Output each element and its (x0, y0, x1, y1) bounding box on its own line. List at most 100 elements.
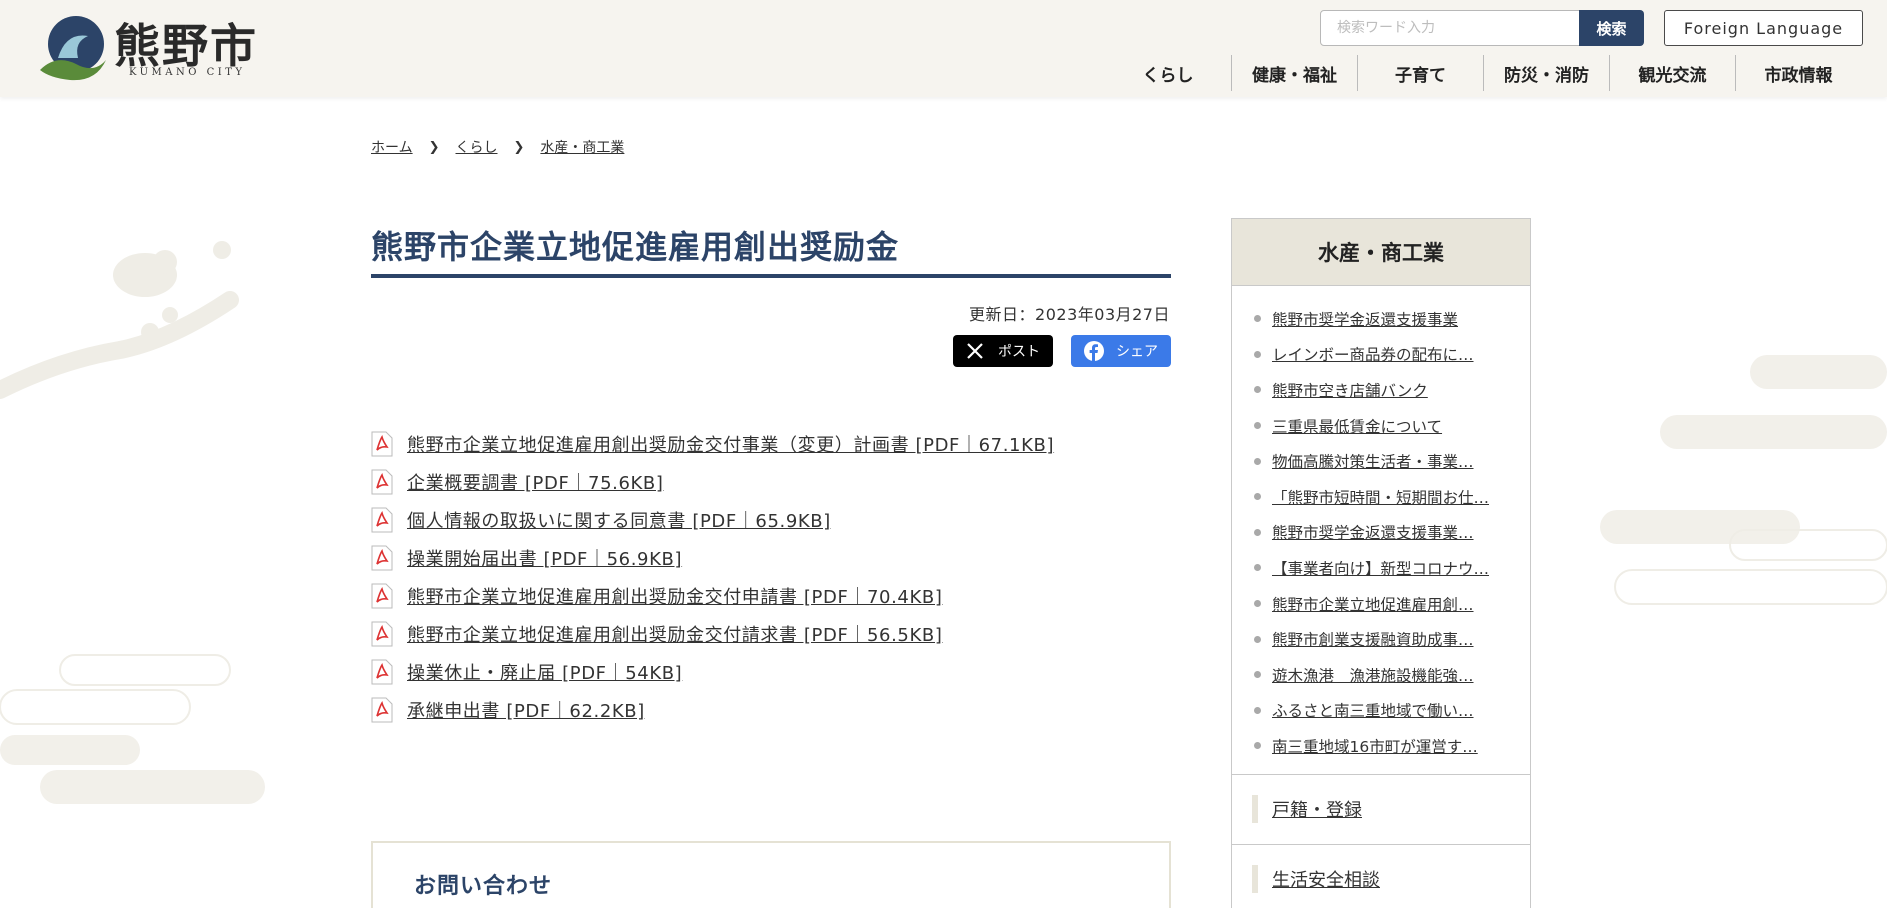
list-item: 個人情報の取扱いに関する同意書 [PDF｜65.9KB] (371, 501, 1054, 539)
bullet-icon (1254, 564, 1261, 572)
pdf-link[interactable]: 熊野市企業立地促進雇用創出奨励金交付申請書 [PDF｜70.4KB] (407, 583, 942, 609)
attachment-list: 熊野市企業立地促進雇用創出奨励金交付事業（変更）計画書 [PDF｜67.1KB]… (371, 425, 1054, 729)
pdf-link[interactable]: 承継申出書 [PDF｜62.2KB] (407, 697, 645, 723)
pdf-icon (371, 697, 393, 723)
list-item: 操業開始届出書 [PDF｜56.9KB] (371, 539, 1054, 577)
breadcrumb-current[interactable]: 水産・商工業 (540, 137, 624, 157)
sidebar-link[interactable]: 遊木漁港 漁港施設機能強… (1272, 664, 1506, 686)
sidebar-link[interactable]: レインボー商品券の配布に… (1272, 343, 1506, 365)
bullet-icon (1254, 386, 1261, 394)
breadcrumb-kurashi[interactable]: くらし (456, 137, 498, 157)
bullet-icon (1254, 706, 1261, 714)
bullet-icon (1254, 315, 1261, 323)
facebook-share-button[interactable]: シェア (1071, 335, 1171, 367)
sidebar-category-safety[interactable]: 生活安全相談 (1232, 845, 1530, 908)
sidebar-link[interactable]: 南三重地域16市町が運営す… (1272, 735, 1506, 757)
sidebar-list: 熊野市奨学金返還支援事業 レインボー商品券の配布に… 熊野市空き店舗バンク 三重… (1232, 286, 1530, 775)
nav-item-disaster[interactable]: 防災・消防 (1483, 55, 1609, 91)
site-logo[interactable]: 熊野市 KUMANO CITY (36, 14, 276, 84)
x-share-label: ポスト (998, 344, 1040, 360)
sidebar-item: 熊野市奨学金返還支援事業… (1232, 515, 1530, 551)
pdf-icon (371, 507, 393, 533)
global-nav: くらし 健康・福祉 子育て 防災・消防 観光交流 市政情報 (1105, 55, 1861, 91)
sidebar-item: 三重県最低賃金について (1232, 408, 1530, 444)
contact-title: お問い合わせ (414, 874, 553, 899)
sidebar-item: 熊野市創業支援融資助成事… (1232, 621, 1530, 657)
sidebar-item: ふるさと南三重地域で働い… (1232, 693, 1530, 729)
search-input[interactable] (1320, 10, 1580, 46)
bullet-icon (1254, 600, 1261, 608)
logo-subtitle: KUMANO CITY (129, 67, 246, 78)
bullet-icon (1254, 635, 1261, 643)
sidebar-link[interactable]: ふるさと南三重地域で働い… (1272, 699, 1506, 721)
bullet-icon (1254, 422, 1261, 430)
sidebar-link[interactable]: 物価高騰対策生活者・事業… (1272, 450, 1506, 472)
decorative-bird-branch (0, 241, 239, 399)
pdf-link[interactable]: 操業開始届出書 [PDF｜56.9KB] (407, 545, 682, 571)
sidebar-item: 「熊野市短時間・短期間お仕… (1232, 479, 1530, 515)
pdf-icon (371, 545, 393, 571)
page-title: 熊野市企業立地促進雇用創出奨励金 (371, 228, 900, 266)
sidebar-item: 【事業者向け】新型コロナウ… (1232, 550, 1530, 586)
title-underline (371, 274, 1171, 278)
sidebar-item: 熊野市空き店舗バンク (1232, 372, 1530, 408)
nav-item-kurashi[interactable]: くらし (1105, 55, 1231, 91)
sidebar-link[interactable]: 熊野市奨学金返還支援事業… (1272, 521, 1506, 543)
pdf-link[interactable]: 操業休止・廃止届 [PDF｜54KB] (407, 659, 682, 685)
sidebar-link[interactable]: 【事業者向け】新型コロナウ… (1272, 557, 1506, 579)
chevron-right-icon: ❯ (428, 139, 440, 155)
nav-item-city-info[interactable]: 市政情報 (1735, 55, 1861, 91)
pdf-link[interactable]: 個人情報の取扱いに関する同意書 [PDF｜65.9KB] (407, 507, 831, 533)
sidebar-item: 物価高騰対策生活者・事業… (1232, 443, 1530, 479)
bullet-icon (1254, 671, 1261, 679)
sidebar-link[interactable]: 熊野市創業支援融資助成事… (1272, 628, 1506, 650)
list-item: 承継申出書 [PDF｜62.2KB] (371, 691, 1054, 729)
list-item: 企業概要調書 [PDF｜75.6KB] (371, 463, 1054, 501)
list-item: 熊野市企業立地促進雇用創出奨励金交付申請書 [PDF｜70.4KB] (371, 577, 1054, 615)
list-item: 操業休止・廃止届 [PDF｜54KB] (371, 653, 1054, 691)
kumano-logo-icon (40, 16, 106, 81)
sidebar-category-link[interactable]: 生活安全相談 (1272, 866, 1380, 892)
sidebar-link[interactable]: 熊野市空き店舗バンク (1272, 379, 1506, 401)
sidebar-item: 遊木漁港 漁港施設機能強… (1232, 657, 1530, 693)
pdf-link[interactable]: 熊野市企業立地促進雇用創出奨励金交付事業（変更）計画書 [PDF｜67.1KB] (407, 431, 1054, 457)
pdf-icon (371, 659, 393, 685)
list-item: 熊野市企業立地促進雇用創出奨励金交付事業（変更）計画書 [PDF｜67.1KB] (371, 425, 1054, 463)
sidebar-title: 水産・商工業 (1232, 219, 1530, 286)
bullet-icon (1254, 493, 1261, 501)
breadcrumb: ホーム ❯ くらし ❯ 水産・商工業 (371, 137, 624, 157)
list-item: 熊野市企業立地促進雇用創出奨励金交付請求書 [PDF｜56.5KB] (371, 615, 1054, 653)
sidebar-item: レインボー商品券の配布に… (1232, 337, 1530, 373)
bullet-icon (1254, 350, 1261, 358)
sidebar: 水産・商工業 熊野市奨学金返還支援事業 レインボー商品券の配布に… 熊野市空き店… (1231, 218, 1531, 908)
updated-date: 更新日：2023年03月27日 (969, 305, 1170, 324)
sidebar-category-link[interactable]: 戸籍・登録 (1272, 796, 1362, 822)
x-share-button[interactable]: ポスト (953, 335, 1053, 367)
pdf-link[interactable]: 熊野市企業立地促進雇用創出奨励金交付請求書 [PDF｜56.5KB] (407, 621, 942, 647)
pdf-icon (371, 621, 393, 647)
sidebar-item: 南三重地域16市町が運営す… (1232, 728, 1530, 764)
site-header: 熊野市 KUMANO CITY 検索 Foreign Language くらし … (0, 0, 1887, 97)
breadcrumb-home[interactable]: ホーム (371, 137, 413, 157)
decorative-cloud-right (1600, 355, 1887, 605)
pdf-icon (371, 583, 393, 609)
sidebar-item: 熊野市企業立地促進雇用創… (1232, 586, 1530, 622)
nav-item-health-welfare[interactable]: 健康・福祉 (1231, 55, 1357, 91)
sidebar-link[interactable]: 熊野市奨学金返還支援事業 (1272, 308, 1506, 330)
pdf-link[interactable]: 企業概要調書 [PDF｜75.6KB] (407, 469, 663, 495)
chevron-right-icon: ❯ (513, 139, 525, 155)
nav-item-tourism[interactable]: 観光交流 (1609, 55, 1735, 91)
foreign-language-button[interactable]: Foreign Language (1664, 10, 1863, 46)
sidebar-link[interactable]: 「熊野市短時間・短期間お仕… (1272, 486, 1506, 508)
sidebar-link[interactable]: 熊野市企業立地促進雇用創… (1272, 593, 1506, 615)
sidebar-category-koseki[interactable]: 戸籍・登録 (1232, 775, 1530, 845)
category-marker (1252, 795, 1258, 824)
facebook-logo-icon (1084, 341, 1104, 361)
sidebar-link[interactable]: 三重県最低賃金について (1272, 415, 1506, 437)
decorative-cloud-left (0, 654, 265, 804)
bullet-icon (1254, 457, 1261, 465)
search-button[interactable]: 検索 (1579, 10, 1644, 46)
x-logo-icon (967, 343, 983, 359)
nav-item-childcare[interactable]: 子育て (1357, 55, 1483, 91)
pdf-icon (371, 469, 393, 495)
